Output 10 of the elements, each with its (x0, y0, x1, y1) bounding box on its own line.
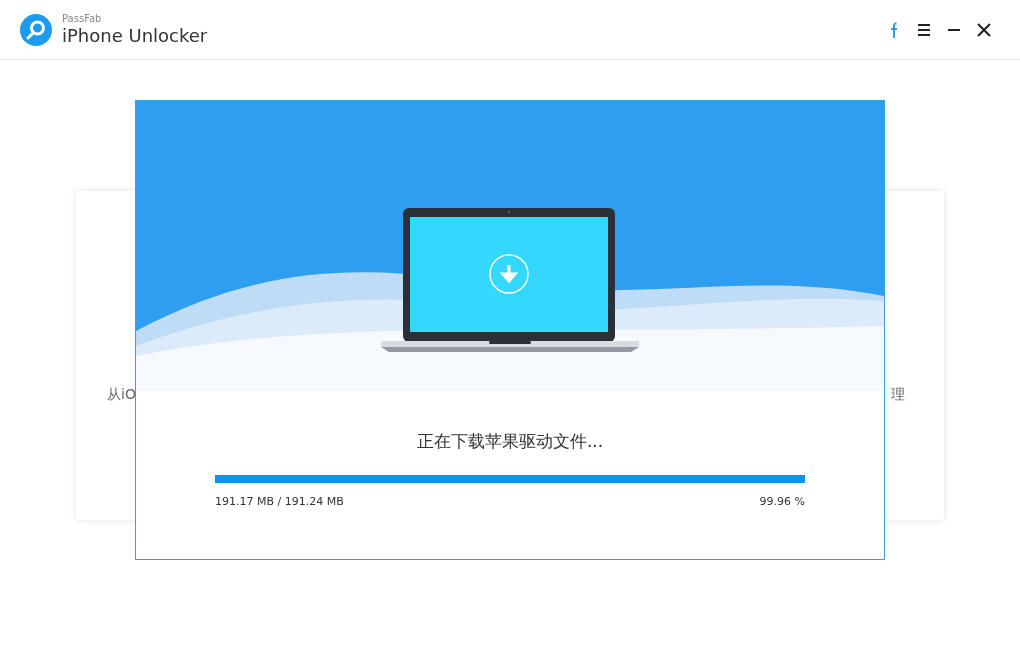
download-icon (489, 254, 529, 294)
status-message: 正在下载苹果驱动文件... (416, 430, 604, 453)
magnifier-logo-icon (20, 13, 52, 46)
card-text: 理 (891, 386, 905, 402)
download-percent: 99.96 % (759, 495, 805, 508)
close-icon[interactable] (976, 20, 992, 39)
download-size: 191.17 MB / 191.24 MB (215, 495, 344, 508)
brand-name: PassFab (62, 12, 103, 25)
app-title: iPhone Unlocker (62, 24, 208, 47)
card-text: 从iO (107, 386, 136, 402)
